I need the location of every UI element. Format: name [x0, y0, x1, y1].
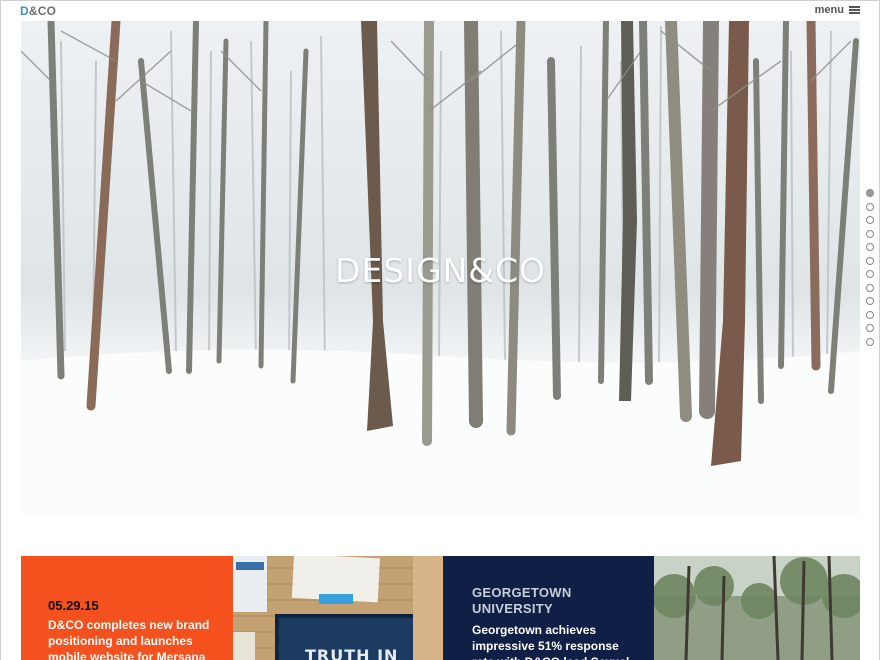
slider-dot[interactable]	[866, 229, 874, 238]
slider-dot[interactable]	[866, 189, 874, 197]
slider-dot[interactable]	[866, 283, 874, 292]
news-headline: Georgetown achieves impressive 51% respo…	[472, 623, 629, 660]
news-tile-forest-photo[interactable]	[654, 556, 860, 660]
hero-image: DESIGN&CO	[21, 21, 860, 516]
slider-dot[interactable]	[866, 337, 874, 346]
logo-text: &CO	[28, 4, 57, 18]
slider-dot[interactable]	[866, 256, 874, 265]
green-forest-image	[654, 556, 860, 660]
slider-dot[interactable]	[866, 202, 874, 211]
slider-dot[interactable]	[866, 243, 874, 251]
logo[interactable]: D&CO	[20, 4, 56, 18]
slider-dot[interactable]	[866, 324, 874, 332]
bulletin-board-image	[233, 556, 443, 660]
news-title: GEORGETOWN UNIVERSITY	[472, 585, 572, 616]
news-tile-mersana[interactable]: 05.29.15 D&CO completes new brand positi…	[21, 556, 233, 660]
slider-dot[interactable]	[866, 270, 874, 278]
slider-dot[interactable]	[866, 297, 874, 305]
news-tile-poster-photo[interactable]: TRUTH IN	[233, 556, 443, 660]
news-tiles: 05.29.15 D&CO completes new brand positi…	[21, 556, 860, 660]
slider-dots	[866, 189, 874, 346]
hamburger-icon	[849, 6, 860, 14]
menu-button[interactable]: menu	[815, 4, 860, 16]
slider-dot[interactable]	[866, 310, 874, 319]
hero-title: DESIGN&CO	[335, 251, 546, 290]
slider-dot[interactable]	[866, 216, 874, 224]
logo-accent: D	[20, 4, 29, 18]
poster-text: TRUTH IN	[305, 646, 399, 660]
menu-label: menu	[814, 4, 844, 16]
news-headline: D&CO completes new brand positioning and…	[48, 618, 210, 660]
news-date: 05.29.15	[48, 598, 99, 613]
news-tile-georgetown[interactable]: GEORGETOWN UNIVERSITY Georgetown achieve…	[443, 556, 654, 660]
